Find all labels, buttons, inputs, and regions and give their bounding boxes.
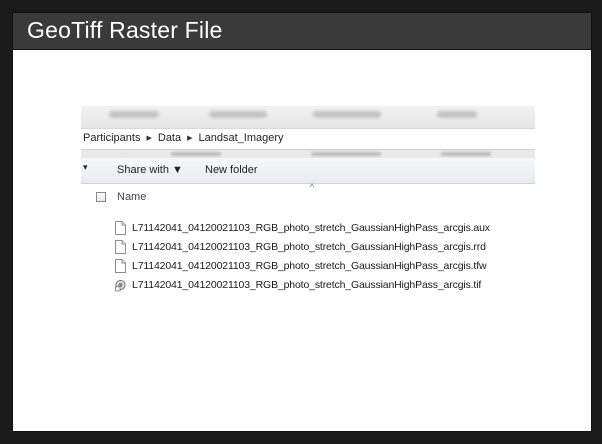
slide-title-bar: GeoTiff Raster File: [12, 12, 592, 50]
blank-file-icon: [115, 221, 126, 235]
file-name: L71142041_04120021103_RGB_photo_stretch_…: [132, 241, 486, 253]
sort-ascending-icon: ^: [310, 182, 315, 192]
file-name: L71142041_04120021103_RGB_photo_stretch_…: [132, 260, 487, 272]
slide-title: GeoTiff Raster File: [27, 17, 223, 43]
command-toolbar: ▾ Share with ▼ New folder: [81, 158, 535, 184]
list-item[interactable]: L71142041_04120021103_RGB_photo_stretch_…: [115, 277, 535, 296]
image-file-icon: [115, 279, 126, 292]
list-item[interactable]: L71142041_04120021103_RGB_photo_stretch_…: [115, 258, 535, 277]
file-name: L71142041_04120021103_RGB_photo_stretch_…: [132, 222, 490, 234]
column-header-name[interactable]: Name: [117, 191, 146, 203]
breadcrumb-item-landsat-imagery[interactable]: Landsat_Imagery: [199, 132, 284, 144]
breadcrumb: Participants ▶ Data ▶ Landsat_Imagery: [83, 132, 284, 144]
blank-file-icon: [115, 240, 126, 254]
blank-file-icon: [115, 259, 126, 273]
blurred-menu-row: [81, 150, 535, 158]
breadcrumb-item-participants[interactable]: Participants: [83, 132, 140, 144]
address-bar[interactable]: Participants ▶ Data ▶ Landsat_Imagery: [81, 128, 535, 150]
toolbar-overflow-icon[interactable]: ▾: [83, 162, 88, 173]
select-all-checkbox[interactable]: [96, 192, 106, 202]
breadcrumb-separator-icon[interactable]: ▶: [187, 134, 192, 142]
share-with-button[interactable]: Share with ▼: [117, 164, 183, 176]
new-folder-button[interactable]: New folder: [205, 164, 258, 176]
list-item[interactable]: L71142041_04120021103_RGB_photo_stretch_…: [115, 239, 535, 258]
blurred-window-header: [81, 106, 535, 128]
slide-content: Participants ▶ Data ▶ Landsat_Imagery ▾ Shar…: [12, 50, 592, 432]
file-name: L71142041_04120021103_RGB_photo_stretch_…: [132, 279, 482, 291]
list-item[interactable]: L71142041_04120021103_RGB_photo_stretch_…: [115, 220, 535, 239]
file-explorer-screenshot: Participants ▶ Data ▶ Landsat_Imagery ▾ Shar…: [81, 106, 535, 361]
breadcrumb-item-data[interactable]: Data: [158, 132, 181, 144]
column-header-row: ^ Name: [81, 182, 535, 210]
slide: GeoTiff Raster File Participants ▶ Data ▶ La…: [0, 0, 602, 444]
breadcrumb-separator-icon[interactable]: ▶: [146, 134, 151, 142]
